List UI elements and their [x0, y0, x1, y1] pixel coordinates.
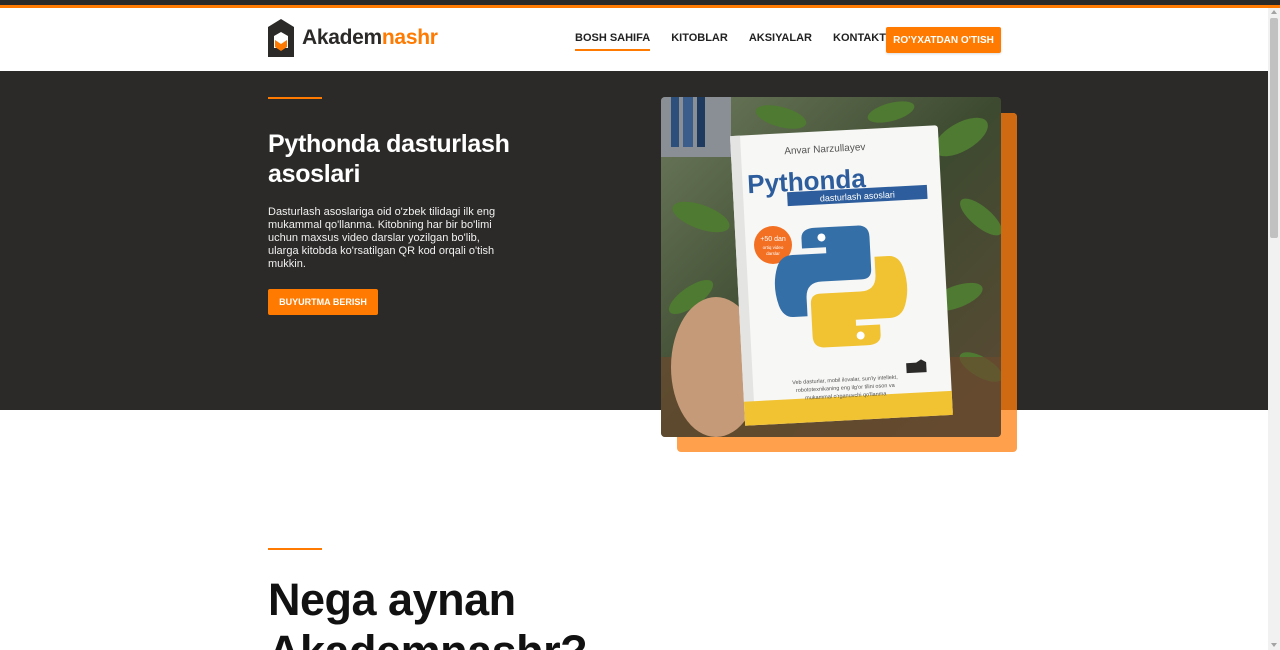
logo-text-part1: Akadem [302, 26, 382, 49]
page-scrollbar[interactable] [1268, 8, 1280, 650]
logo-text-part2: nashr [381, 26, 438, 49]
main-nav: BOSH SAHIFA KITOBLAR AKSIYALAR KONTAKTLA… [575, 32, 909, 51]
order-button[interactable]: BUYURTMA BERISH [268, 289, 378, 315]
top-accent-strip [0, 0, 1280, 8]
book-photo-illustration: Anvar Narzullayev Pythonda dasturlash as… [661, 97, 1001, 437]
book-badge-line2: ortiq video [763, 245, 784, 250]
hero-title: Pythonda dasturlash asoslari [268, 130, 510, 188]
section-accent-rule [268, 548, 322, 550]
book-badge-line3: darslar [766, 251, 780, 256]
nav-item-home[interactable]: BOSH SAHIFA [575, 32, 651, 51]
site-header: Akademnashr BOSH SAHIFA KITOBLAR AKSIYAL… [0, 8, 1268, 71]
register-button[interactable]: RO'YXATDAN O'TISH [886, 27, 1001, 53]
logo-mark-icon [268, 19, 294, 57]
hero-section: Pythonda dasturlash asoslari Dasturlash … [0, 71, 1268, 410]
book-photo: Anvar Narzullayev Pythonda dasturlash as… [661, 97, 1001, 437]
nav-item-promotions[interactable]: AKSIYALAR [749, 32, 812, 51]
nav-item-books[interactable]: KITOBLAR [671, 32, 728, 51]
hero-description: Dasturlash asoslariga oid o'zbek tilidag… [268, 206, 496, 270]
logo[interactable]: Akademnashr [268, 19, 438, 57]
scroll-down-arrow-icon[interactable] [1271, 643, 1277, 647]
book-badge-line1: +50 dan [760, 236, 786, 243]
scroll-thumb[interactable] [1270, 18, 1278, 238]
logo-text: Akademnashr [302, 26, 438, 50]
section-title: Nega aynan Akademnashr? [268, 574, 588, 650]
scroll-up-arrow-icon[interactable] [1271, 10, 1277, 14]
hero-accent-rule [268, 97, 322, 99]
